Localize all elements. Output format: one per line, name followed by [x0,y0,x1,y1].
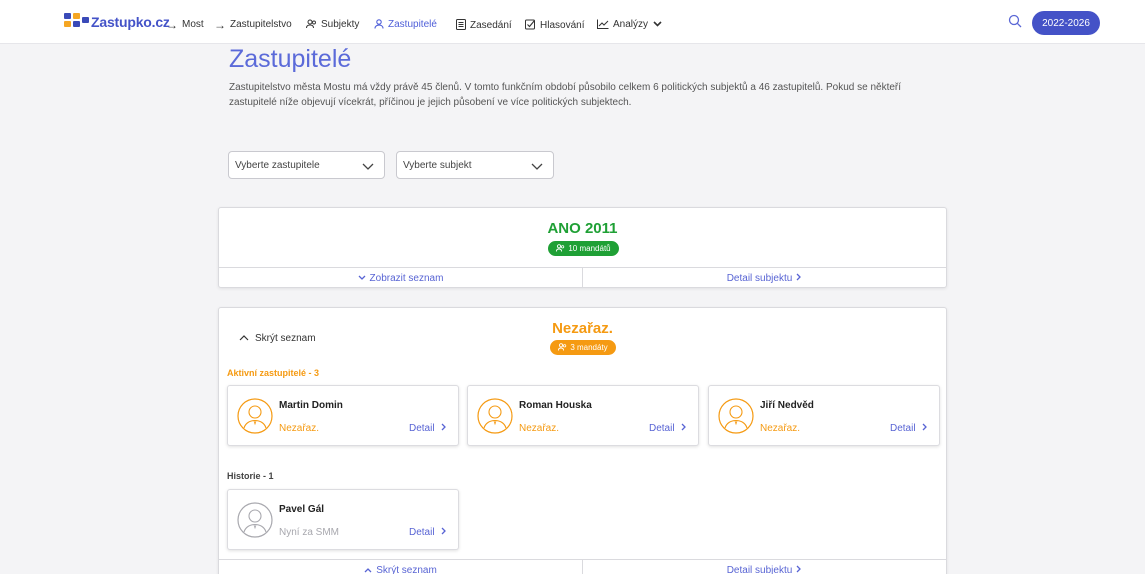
users-icon [558,342,567,353]
chevron-down-icon [653,19,662,30]
document-icon [456,19,466,31]
avatar-icon [237,502,273,538]
nav-item-label: Hlasování [540,19,585,31]
chevron-right-icon [681,423,687,434]
chevron-right-icon [922,423,928,434]
page-intro: Zastupitelstvo města Mostu má vždy právě… [229,82,902,108]
mandates-badge: 10 mandátů [548,241,619,256]
party-detail-button[interactable]: Detail subjektu [582,268,946,288]
hide-list-button[interactable]: Skrýt seznam [219,560,582,574]
avatar-icon [477,398,513,434]
party-detail-button[interactable]: Detail subjektu [582,560,946,574]
party-name: ANO 2011 [547,220,618,237]
chevron-down-icon [362,160,374,172]
top-navbar: Zastupko.cz → Most → Zastupitelstvo Subj… [0,0,1145,44]
show-list-label: Zobrazit seznam [369,272,444,284]
member-name: Martin Domin [279,400,343,411]
nav-item-zastupitelstvo[interactable]: → Zastupitelstvo [214,17,292,32]
hide-list-label: Skrýt seznam [376,564,437,574]
nav-item-label: Subjekty [321,19,360,30]
member-name: Jiří Nedvěd [760,400,814,411]
member-card[interactable]: Roman Houska Nezařaz. Detail [467,385,699,446]
nav-item-analyzy[interactable]: Analýzy [597,19,662,30]
page-title: Zastupitelé [229,45,352,73]
nav-item-label: Zastupitelstvo [230,19,292,30]
chevron-up-icon [364,565,372,574]
member-party: Nezařaz. [760,423,801,434]
logo-icon [64,13,90,31]
nav-item-subjekty[interactable]: Subjekty [306,19,359,30]
member-card[interactable]: Jiří Nedvěd Nezařaz. Detail [708,385,940,446]
member-card[interactable]: Martin Domin Nezařaz. Detail [227,385,459,446]
logo-text: Zastupko.cz [91,14,170,30]
member-party: Nyní za SMM [279,527,340,538]
party-detail-label: Detail subjektu [726,564,793,574]
nav-item-most[interactable]: → Most [166,17,204,32]
nav-item-zastupitele[interactable]: Zastupitelé [374,19,437,30]
party-select-placeholder: Vyberte subjekt [403,159,472,171]
chevron-right-icon [441,423,447,434]
member-detail-label: Detail [409,423,435,434]
nav-item-hlasovani[interactable]: Hlasování [525,19,584,31]
party-name: Nezařaz. [552,320,613,337]
term-button[interactable]: 2022-2026 [1032,11,1100,35]
avatar-icon [718,398,754,434]
checkbox-icon [525,19,536,31]
chevron-right-icon [441,527,447,538]
logo[interactable]: Zastupko.cz [64,13,170,31]
nav-item-zasedani[interactable]: Zasedání [456,19,512,31]
nav-item-label: Most [182,19,204,30]
chart-icon [597,19,609,30]
member-detail-link[interactable]: Detail [409,527,447,538]
mandates-count: 10 mandátů [568,244,611,253]
card-footer: Skrýt seznam Detail subjektu [219,559,946,574]
member-detail-link[interactable]: Detail [649,423,687,434]
nav-item-label: Analýzy [613,19,649,30]
member-name: Roman Houska [519,400,592,411]
member-party: Nezařaz. [279,423,320,434]
show-list-button[interactable]: Zobrazit seznam [219,268,582,288]
card-footer: Zobrazit seznam Detail subjektu [219,267,946,288]
member-select[interactable]: Vyberte zastupitele [228,151,385,179]
arrow-right-icon: → [214,17,226,32]
party-card-ano: ANO 2011 10 mandátů Zobrazit seznam Deta… [218,207,947,288]
active-members-label: Aktivní zastupitelé - 3 [227,368,320,378]
chevron-right-icon [796,273,802,284]
party-select[interactable]: Vyberte subjekt [396,151,554,179]
mandates-count: 3 mandáty [570,343,608,352]
member-detail-link[interactable]: Detail [890,423,928,434]
arrow-right-icon: → [166,17,178,32]
history-label: Historie - 1 [227,471,274,481]
chevron-down-icon [358,273,366,284]
member-name: Pavel Gál [279,504,325,515]
chevron-right-icon [796,565,802,574]
users-icon [306,19,317,30]
party-card-nezaraz: Skrýt seznam Nezařaz. 3 mandáty Aktivní … [218,307,947,574]
member-party: Nezařaz. [519,423,560,434]
member-detail-link[interactable]: Detail [409,423,447,434]
member-select-placeholder: Vyberte zastupitele [235,159,320,171]
mandates-badge: 3 mandáty [550,340,616,355]
search-icon[interactable] [1008,14,1022,28]
member-detail-label: Detail [649,423,675,434]
history-member-card[interactable]: Pavel Gál Nyní za SMM Detail [227,489,459,550]
member-detail-label: Detail [409,527,435,538]
nav-item-label: Zasedání [470,19,512,31]
user-icon [374,19,384,30]
users-icon [556,243,565,254]
nav-item-label: Zastupitelé [388,19,437,30]
avatar-icon [237,398,273,434]
party-detail-label: Detail subjektu [726,272,793,284]
chevron-down-icon [531,160,543,172]
member-detail-label: Detail [890,423,916,434]
